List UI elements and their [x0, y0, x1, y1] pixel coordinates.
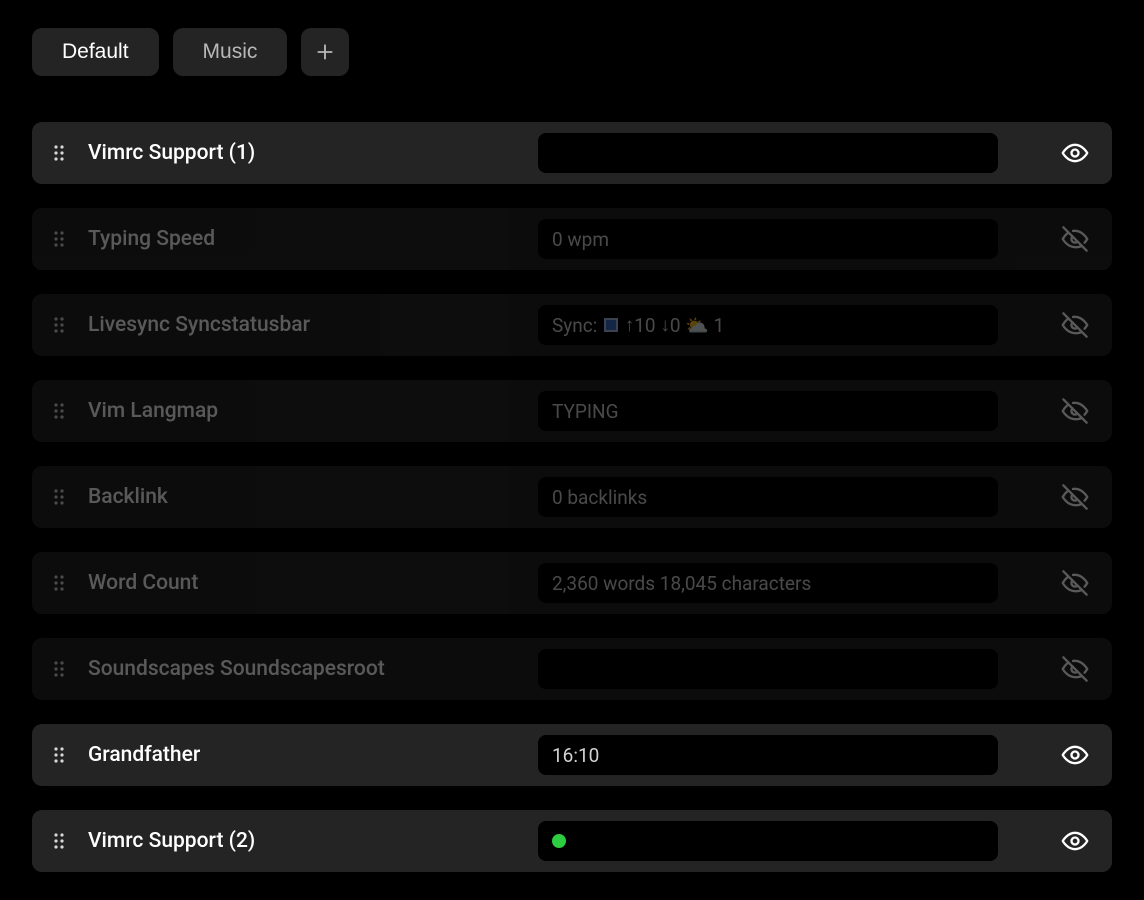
- item-label: Backlink: [88, 485, 518, 509]
- item-value: Sync: ↑10 ↓0 ⛅ 1: [538, 305, 998, 345]
- tab-default[interactable]: Default: [32, 28, 159, 76]
- drag-handle-icon: [52, 573, 66, 593]
- sync-up-count: 10: [634, 314, 655, 337]
- item-value: [538, 649, 998, 689]
- visibility-toggle[interactable]: [1060, 224, 1090, 254]
- item-label: Word Count: [88, 571, 518, 595]
- item-label: Grandfather: [88, 743, 518, 767]
- drag-handle[interactable]: [50, 745, 68, 765]
- drag-handle[interactable]: [50, 229, 68, 249]
- sync-square-icon: [604, 318, 618, 332]
- status-item-row: Grandfather 16:10: [32, 724, 1112, 786]
- eye-off-icon: [1061, 569, 1089, 597]
- eye-icon: [1061, 827, 1089, 855]
- sync-down-count: 0: [670, 314, 681, 337]
- item-value: TYPING: [538, 391, 998, 431]
- cloud-icon: ⛅: [685, 314, 709, 337]
- item-label: Vimrc Support (1): [88, 141, 518, 165]
- visibility-toggle[interactable]: [1060, 654, 1090, 684]
- status-dot-icon: [552, 834, 566, 848]
- eye-off-icon: [1061, 655, 1089, 683]
- item-value: 0 backlinks: [538, 477, 998, 517]
- drag-handle[interactable]: [50, 315, 68, 335]
- visibility-toggle[interactable]: [1060, 482, 1090, 512]
- status-item-row: Backlink 0 backlinks: [32, 466, 1112, 528]
- visibility-toggle[interactable]: [1060, 740, 1090, 770]
- status-item-row: Vimrc Support (1): [32, 122, 1112, 184]
- visibility-toggle[interactable]: [1060, 568, 1090, 598]
- status-item-row: Vimrc Support (2): [32, 810, 1112, 872]
- status-items-list: Vimrc Support (1) Typing Speed 0 wpm Live…: [32, 122, 1112, 872]
- eye-icon: [1061, 139, 1089, 167]
- sync-up-arrow-icon: ↑: [625, 313, 635, 337]
- item-label: Typing Speed: [88, 227, 518, 251]
- drag-handle-icon: [52, 831, 66, 851]
- tab-music[interactable]: Music: [173, 28, 288, 76]
- status-item-row: Soundscapes Soundscapesroot: [32, 638, 1112, 700]
- sync-down-arrow-icon: ↓: [660, 313, 670, 337]
- drag-handle[interactable]: [50, 401, 68, 421]
- item-value: 0 wpm: [538, 219, 998, 259]
- item-value: [538, 133, 998, 173]
- item-label: Vimrc Support (2): [88, 829, 518, 853]
- drag-handle-icon: [52, 745, 66, 765]
- eye-off-icon: [1061, 225, 1089, 253]
- eye-off-icon: [1061, 483, 1089, 511]
- drag-handle[interactable]: [50, 143, 68, 163]
- eye-icon: [1061, 741, 1089, 769]
- drag-handle[interactable]: [50, 573, 68, 593]
- item-value: [538, 821, 998, 861]
- visibility-toggle[interactable]: [1060, 396, 1090, 426]
- drag-handle-icon: [52, 143, 66, 163]
- sync-extra-count: 1: [714, 314, 725, 337]
- item-label: Soundscapes Soundscapesroot: [88, 657, 518, 681]
- drag-handle[interactable]: [50, 659, 68, 679]
- item-label: Vim Langmap: [88, 399, 518, 423]
- status-item-row: Livesync Syncstatusbar Sync: ↑10 ↓0 ⛅ 1: [32, 294, 1112, 356]
- item-label: Livesync Syncstatusbar: [88, 313, 518, 337]
- drag-handle[interactable]: [50, 831, 68, 851]
- drag-handle-icon: [52, 229, 66, 249]
- eye-off-icon: [1061, 311, 1089, 339]
- eye-off-icon: [1061, 397, 1089, 425]
- drag-handle-icon: [52, 659, 66, 679]
- drag-handle-icon: [52, 487, 66, 507]
- item-value: 2,360 words 18,045 characters: [538, 563, 998, 603]
- visibility-toggle[interactable]: [1060, 826, 1090, 856]
- drag-handle-icon: [52, 315, 66, 335]
- tabs-row: Default Music: [32, 28, 1112, 76]
- add-tab-button[interactable]: [301, 28, 349, 76]
- item-value: 16:10: [538, 735, 998, 775]
- status-item-row: Word Count 2,360 words 18,045 characters: [32, 552, 1112, 614]
- visibility-toggle[interactable]: [1060, 310, 1090, 340]
- sync-prefix: Sync:: [552, 314, 597, 337]
- status-item-row: Typing Speed 0 wpm: [32, 208, 1112, 270]
- drag-handle-icon: [52, 401, 66, 421]
- visibility-toggle[interactable]: [1060, 138, 1090, 168]
- status-item-row: Vim Langmap TYPING: [32, 380, 1112, 442]
- drag-handle[interactable]: [50, 487, 68, 507]
- plus-icon: [315, 42, 335, 62]
